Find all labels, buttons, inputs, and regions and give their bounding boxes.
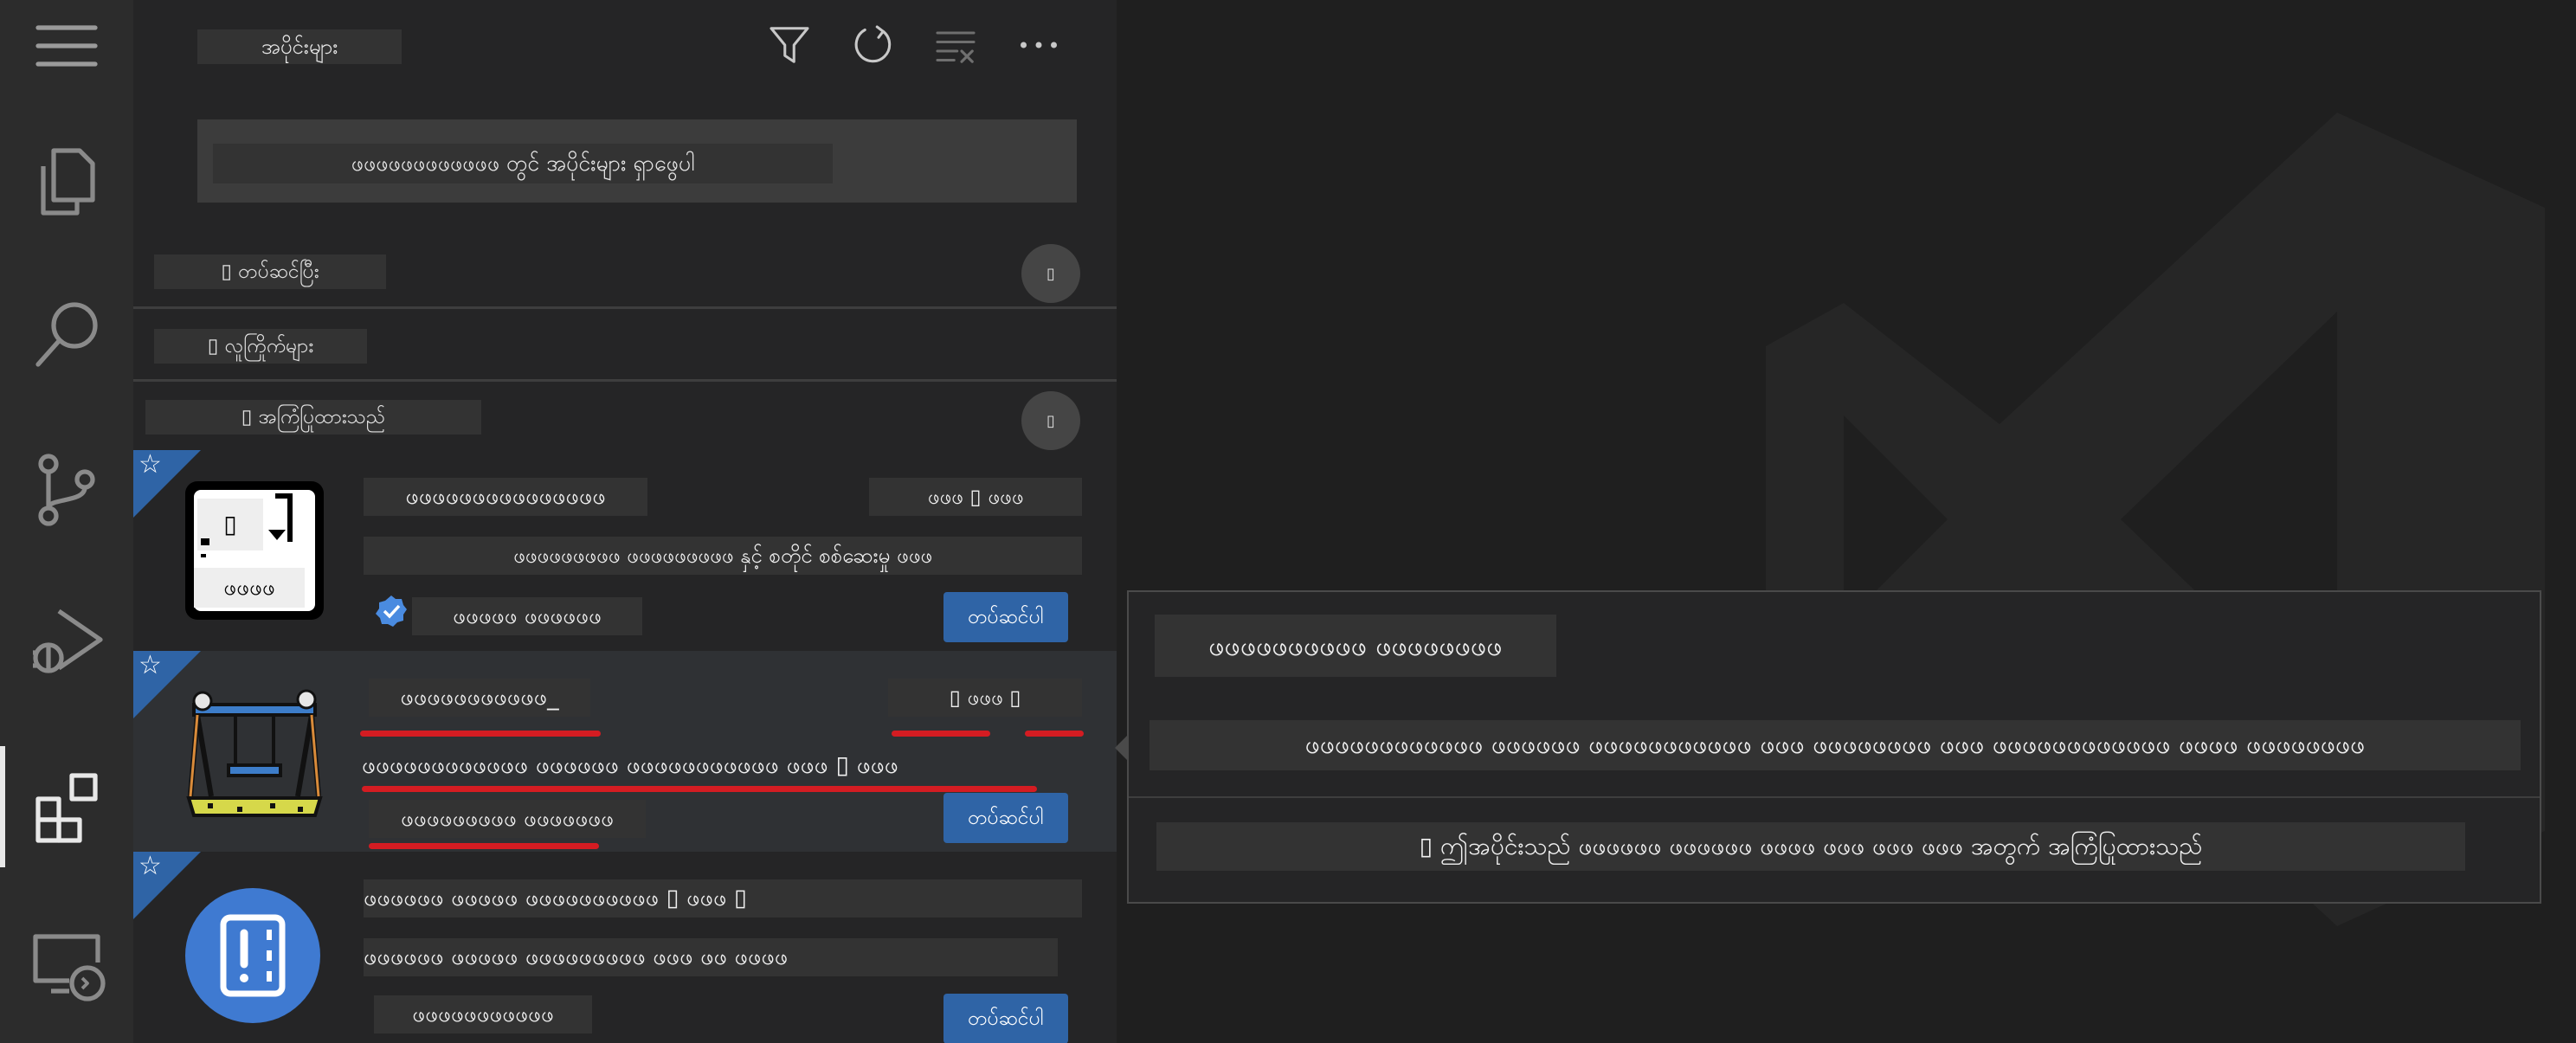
menu-icon-svg [35, 25, 98, 67]
extension-hover-tooltip: ဖဖဖဖဖဖဖဖဖဖ ဖဖဖဖဖဖဖဖ ဖဖဖဖဖဖဖဖဖဖဖဖ ဖဖဖဖဖဖ … [1127, 590, 2541, 904]
extension-item[interactable]: ☆ ဖဖဖဖဖဖဖဖဖဖဖ_ ▯ ဖဖဖ ▯ ဖဖဖဖဖဖဖဖဖဖဖဖ ဖဖဖဖ… [133, 651, 1117, 852]
tooltip-divider [1129, 796, 2540, 798]
highlight-underline [362, 786, 1037, 792]
extension-description: ဖဖဖဖဖဖဖဖဖ ဖဖဖဖဖဖဖဖဖ နှင့် စတိုင် စစ်ဆေးမ… [364, 537, 1082, 575]
extensions-sidebar: အပိုင်းများ ဖဖဖဖဖဖဖဖဖဖဖဖ တွင် အပိုင်းမျာ… [133, 0, 1117, 1043]
ellipsis-icon-svg [1021, 42, 1057, 48]
extension-publisher: ဖဖဖဖဖဖဖဖဖ ဖဖဖဖဖဖဖ [369, 800, 646, 838]
menu-icon[interactable] [0, 0, 133, 92]
extension-logo [185, 686, 324, 824]
installed-count-badge[interactable]: ▯ [1021, 244, 1080, 303]
filter-icon[interactable] [762, 17, 817, 73]
extension-publisher: ဖဖဖဖဖဖဖဖဖဖဖ [374, 995, 592, 1033]
install-button[interactable]: တပ်ဆင်ပါ [943, 592, 1068, 642]
tooltip-title: ဖဖဖဖဖဖဖဖဖဖ ဖဖဖဖဖဖဖဖ [1155, 615, 1556, 677]
highlight-underline [369, 843, 599, 849]
source-control-icon[interactable] [0, 429, 133, 550]
magnifier-icon-svg [35, 302, 98, 367]
tooltip-description: ဖဖဖဖဖဖဖဖဖဖဖဖ ဖဖဖဖဖဖ ဖဖဖဖဖဖဖဖဖဖဖ ဖဖဖ ဖဖဖဖ… [1150, 720, 2521, 770]
verified-badge-icon [374, 594, 409, 628]
search-icon[interactable] [0, 275, 133, 396]
funnel-icon-svg [770, 27, 809, 63]
extension-description: ဖဖဖဖဖဖဖဖဖဖဖဖ ဖဖဖဖဖဖ ဖဖဖဖဖဖဖဖဖဖဖ ဖဖဖ ▯ ဖဖ… [362, 750, 898, 779]
star-icon: ☆ [138, 851, 162, 881]
extension-item[interactable]: ☆ ▯ ဖဖဖဖ ဖဖဖဖဖဖဖဖဖဖဖဖဖဖဖ ဖဖဖ ▯ ဖဖဖ ဖဖဖဖဖ… [133, 450, 1117, 651]
extension-name: ဖဖဖဖဖဖဖဖဖဖဖဖဖဖဖ [364, 478, 647, 516]
section-recommended[interactable]: ▯ အကြံပြုထားသည် [145, 400, 481, 435]
clear-icon[interactable] [928, 17, 983, 73]
recommended-count-badge[interactable]: ▯ [1021, 391, 1080, 450]
install-button[interactable]: တပ်ဆင်ပါ [943, 994, 1068, 1043]
section-popular[interactable]: ▯ လူကြိုက်များ [154, 329, 367, 364]
remote-explorer-icon[interactable] [0, 902, 133, 1023]
extension-name: ဖဖဖဖဖဖ ဖဖဖဖဖ ဖဖဖဖဖဖဖဖဖဖ ▯ ဖဖဖ ▯ [364, 879, 1082, 917]
highlight-underline [360, 731, 601, 737]
clear-list-icon-svg [936, 31, 976, 63]
search-placeholder: ဖဖဖဖဖဖဖဖဖဖဖဖ တွင် အပိုင်းများ ရှာဖွေပါ [213, 144, 833, 183]
notebook-alert-icon [185, 888, 320, 1023]
section-divider [133, 379, 1117, 382]
swing-icon [186, 689, 323, 817]
extension-stats: ဖဖဖ ▯ ဖဖဖ [869, 478, 1082, 516]
extension-description: ဖဖဖဖဖဖ ဖဖဖဖဖ ဖဖဖဖဖဖဖဖဖ ဖဖဖ ဖဖ ဖဖဖဖ [364, 938, 1058, 976]
refresh-arrow-icon-svg [854, 25, 892, 63]
blocks-icon-svg [35, 773, 98, 843]
branch-icon-svg [38, 454, 95, 526]
sidebar-title: အပိုင်းများ [197, 29, 402, 64]
extension-item[interactable]: ☆ ဖဖဖဖဖဖ ဖဖဖဖဖ ဖဖဖဖဖဖဖဖဖဖ ▯ ဖဖဖ ▯ ဖဖဖဖဖဖ… [133, 852, 1117, 1043]
logo-text-bottom: ဖဖဖဖ [194, 568, 305, 608]
files-icon-svg [41, 148, 95, 216]
explorer-icon[interactable] [0, 121, 133, 242]
activity-bar [0, 0, 133, 1043]
monitor-remote-icon-svg [33, 934, 106, 1001]
tooltip-recommendation-reason: ▯ ဤအပိုင်းသည် ဖဖဖဖဖဖ ဖဖဖဖဖဖ ဖဖဖဖ ဖဖဖ ဖဖဖ… [1156, 822, 2465, 871]
play-bug-icon-svg [33, 608, 103, 673]
extension-stats: ▯ ဖဖဖ ▯ [888, 679, 1082, 717]
section-divider [133, 306, 1117, 309]
search-input[interactable]: ဖဖဖဖဖဖဖဖဖဖဖဖ တွင် အပိုင်းများ ရှာဖွေပါ [197, 119, 1077, 203]
extension-logo [184, 886, 322, 1025]
highlight-underline [892, 731, 990, 737]
extensions-icon[interactable] [0, 746, 133, 867]
refresh-icon[interactable] [845, 17, 900, 73]
extension-name: ဖဖဖဖဖဖဖဖဖဖဖ_ [369, 679, 590, 717]
highlight-underline [1025, 731, 1084, 737]
section-installed[interactable]: ▯ တပ်ဆင်ပြီး [154, 254, 386, 289]
install-button[interactable]: တပ်ဆင်ပါ [943, 793, 1068, 843]
more-icon[interactable] [1011, 17, 1066, 73]
star-icon: ☆ [138, 449, 162, 480]
star-icon: ☆ [138, 650, 162, 680]
run-debug-icon[interactable] [0, 582, 133, 703]
extension-logo: ▯ ဖဖဖဖ [185, 481, 324, 620]
extension-publisher: ဖဖဖဖဖ ဖဖဖဖဖဖ [412, 597, 642, 635]
